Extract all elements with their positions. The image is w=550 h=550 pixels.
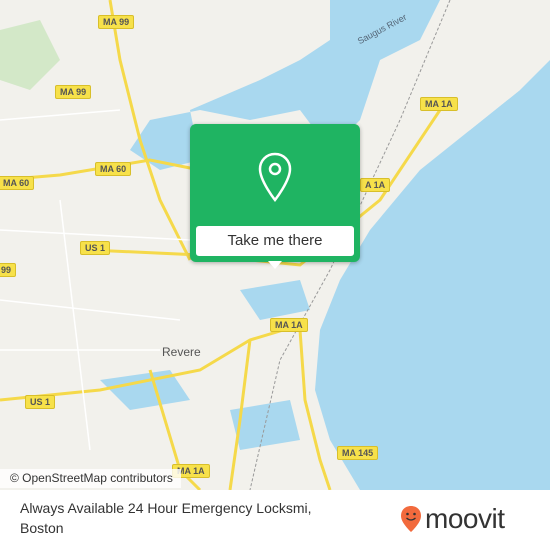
place-label-revere: Revere	[162, 345, 201, 359]
road-shield: MA 99	[98, 15, 135, 29]
moovit-wordmark: moovit	[425, 503, 505, 534]
place-title: Always Available 24 Hour Emergency Locks…	[20, 498, 380, 538]
map-pin-icon	[258, 152, 292, 203]
map[interactable]: MA 99 MA 99 MA 60 MA 60 US 1 99 MA 1A A …	[0, 0, 550, 490]
road-shield: MA 60	[0, 176, 35, 190]
map-attribution[interactable]: © OpenStreetMap contributors	[0, 469, 181, 488]
park	[0, 20, 60, 90]
place-title-line1: Always Available 24 Hour Emergency Locks…	[20, 500, 312, 516]
road-shield: MA 1A	[270, 318, 308, 332]
place-title-line2: Boston	[20, 520, 64, 536]
location-popup: Take me there	[190, 124, 360, 262]
footer: Always Available 24 Hour Emergency Locks…	[0, 490, 550, 550]
road-shield: MA 145	[337, 446, 379, 460]
take-me-there-button[interactable]: Take me there	[196, 226, 354, 256]
road-shield: MA 99	[55, 85, 92, 99]
moovit-pin-icon	[401, 506, 421, 532]
moovit-logo[interactable]: moovit	[400, 503, 505, 535]
road-shield: US 1	[25, 395, 56, 409]
road-shield: MA 60	[95, 162, 132, 176]
popup-tail	[268, 261, 282, 269]
road-shield: 99	[0, 263, 17, 277]
road-shield: MA 1A	[420, 97, 458, 111]
road-shield: A 1A	[360, 178, 391, 192]
road-shield: US 1	[80, 241, 111, 255]
marsh	[100, 280, 310, 450]
